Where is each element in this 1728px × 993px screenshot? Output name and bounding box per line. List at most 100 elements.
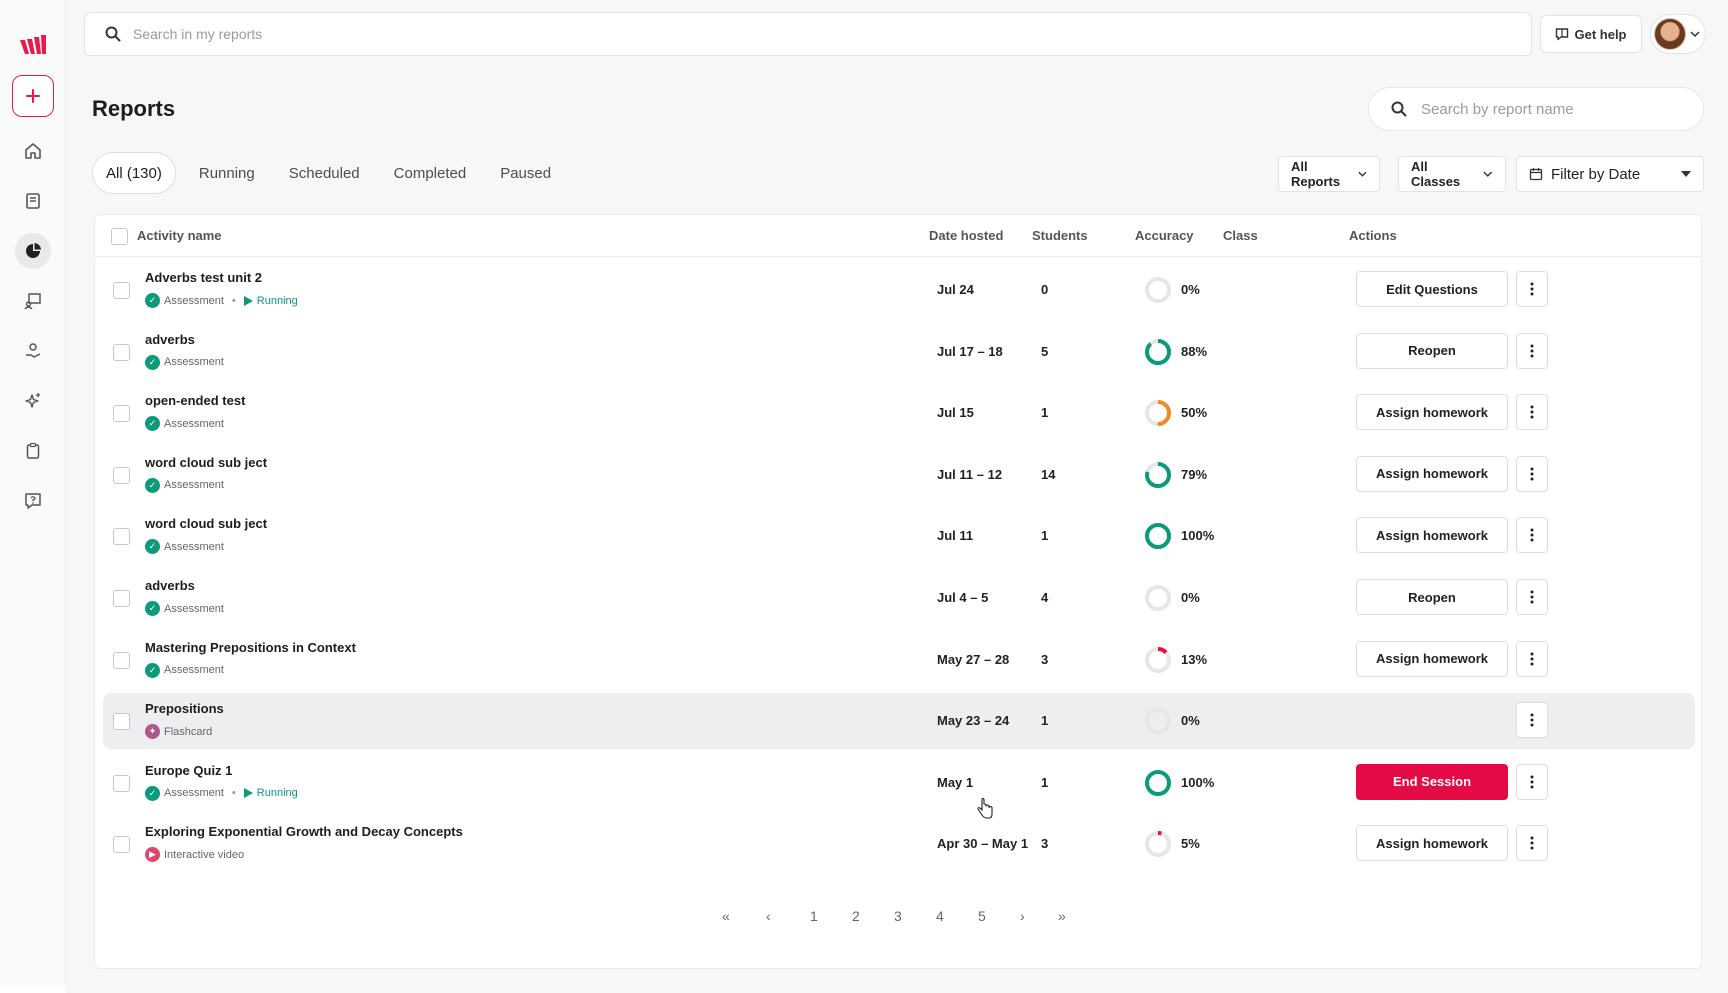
table-row[interactable]: Prepositions ✦ Flashcard May 23 – 24 1 0… <box>103 693 1695 750</box>
table-row[interactable]: adverbs ✓ Assessment Jul 4 – 5 4 0% Reop… <box>103 570 1695 626</box>
row-checkbox[interactable] <box>113 836 130 854</box>
tab-completed[interactable]: Completed <box>377 152 484 194</box>
filter-by-date-dropdown[interactable]: Filter by Date <box>1516 156 1704 192</box>
page-1[interactable]: 1 <box>810 908 818 924</box>
more-options-button[interactable] <box>1516 579 1548 615</box>
table-row[interactable]: open-ended test ✓ Assessment Jul 15 1 50… <box>103 385 1695 441</box>
end-session-button[interactable]: End Session <box>1356 763 1508 800</box>
more-options-button[interactable] <box>1516 455 1548 492</box>
row-checkbox[interactable] <box>113 343 130 361</box>
sidebar-item-classes[interactable] <box>15 283 51 319</box>
row-checkbox[interactable] <box>113 466 130 484</box>
activity-type-icon: ✓ <box>145 416 160 432</box>
date-hosted: Jul 24 <box>937 282 974 297</box>
table-row[interactable]: Adverbs test unit 2 ✓ Assessment • Runni… <box>103 262 1695 318</box>
more-options-button[interactable] <box>1516 640 1548 677</box>
activity-name[interactable]: word cloud sub ject <box>145 455 267 470</box>
assign-homework-button[interactable]: Assign homework <box>1356 825 1508 862</box>
page-4[interactable]: 4 <box>936 908 944 924</box>
page-last[interactable]: » <box>1058 908 1066 924</box>
table-row[interactable]: Europe Quiz 1 ✓ Assessment • Running May… <box>103 755 1695 811</box>
sidebar-item-ai[interactable] <box>15 383 51 419</box>
report-search-input[interactable]: Search by report name <box>1368 87 1704 131</box>
activity-name[interactable]: Europe Quiz 1 <box>145 763 232 778</box>
more-options-button[interactable] <box>1516 517 1548 554</box>
filter-by-date-content: Filter by Date <box>1529 166 1640 183</box>
sidebar-item-students[interactable] <box>15 333 51 369</box>
row-checkbox[interactable] <box>113 405 130 423</box>
row-checkbox[interactable] <box>113 651 130 669</box>
accuracy-chart <box>1143 583 1173 613</box>
page-prev[interactable]: ‹ <box>766 908 771 924</box>
assign-homework-button[interactable]: Assign homework <box>1356 517 1508 554</box>
sidebar-item-home[interactable] <box>15 133 51 169</box>
sidebar-item-reports[interactable] <box>15 233 51 269</box>
activity-type: Assessment <box>164 787 224 800</box>
activity-name[interactable]: adverbs <box>145 578 195 593</box>
global-search-input[interactable]: Search in my reports <box>84 12 1532 56</box>
assign-homework-button[interactable]: Assign homework <box>1356 394 1508 431</box>
activity-name[interactable]: open-ended test <box>145 393 245 408</box>
activity-name[interactable]: adverbs <box>145 332 195 347</box>
assign-homework-button[interactable]: Assign homework <box>1356 640 1508 677</box>
more-options-button[interactable] <box>1516 394 1548 431</box>
page-title: Reports <box>92 96 176 121</box>
page-next[interactable]: › <box>1020 908 1025 924</box>
row-checkbox[interactable] <box>113 774 130 792</box>
reopen-button[interactable]: Reopen <box>1356 332 1508 369</box>
all-classes-dropdown[interactable]: All Classes <box>1398 156 1506 192</box>
col-date-hosted: Date hosted <box>929 228 1004 243</box>
activity-name[interactable]: Adverbs test unit 2 <box>145 270 262 285</box>
hand-heart-icon <box>26 343 41 358</box>
get-help-button[interactable]: Get help <box>1540 15 1642 53</box>
table-row[interactable]: Mastering Prepositions in Context ✓ Asse… <box>103 632 1695 688</box>
tab-running[interactable]: Running <box>182 152 272 194</box>
page-3[interactable]: 3 <box>894 908 902 924</box>
tab-scheduled[interactable]: Scheduled <box>272 152 377 194</box>
tab-paused[interactable]: Paused <box>483 152 568 194</box>
activity-name[interactable]: Mastering Prepositions in Context <box>145 640 356 655</box>
edit-questions-button[interactable]: Edit Questions <box>1356 271 1508 307</box>
sidebar-item-help[interactable] <box>15 483 51 519</box>
status-running: Running <box>243 787 298 799</box>
table-row[interactable]: Exploring Exponential Growth and Decay C… <box>103 816 1695 872</box>
account-menu[interactable] <box>1650 14 1706 54</box>
table-row[interactable]: word cloud sub ject ✓ Assessment Jul 11 … <box>103 508 1695 564</box>
brand-logo-icon[interactable] <box>18 32 48 56</box>
search-icon <box>1391 101 1407 117</box>
reopen-button[interactable]: Reopen <box>1356 579 1508 615</box>
assign-homework-button[interactable]: Assign homework <box>1356 455 1508 492</box>
col-accuracy: Accuracy <box>1135 228 1194 243</box>
row-checkbox[interactable] <box>113 282 130 299</box>
select-all-checkbox[interactable] <box>111 228 128 245</box>
row-checkbox[interactable] <box>113 590 130 607</box>
calendar-icon <box>1529 168 1543 181</box>
accuracy-chart <box>1143 460 1173 490</box>
row-checkbox[interactable] <box>113 713 130 731</box>
sidebar-item-library[interactable] <box>15 183 51 219</box>
all-reports-dropdown[interactable]: All Reports <box>1278 156 1380 192</box>
create-button[interactable] <box>12 75 54 117</box>
chevron-down-icon <box>1483 171 1493 177</box>
sidebar-item-clipboard[interactable] <box>15 433 51 469</box>
more-options-button[interactable] <box>1516 763 1548 800</box>
table-row[interactable]: adverbs ✓ Assessment Jul 17 – 18 5 88% R… <box>103 324 1695 380</box>
more-options-button[interactable] <box>1516 702 1548 739</box>
activity-name[interactable]: word cloud sub ject <box>145 516 267 531</box>
accuracy-ring <box>1145 461 1171 488</box>
play-icon <box>243 295 253 306</box>
activity-name[interactable]: Exploring Exponential Growth and Decay C… <box>145 824 463 839</box>
tab-all[interactable]: All (130) <box>92 152 176 194</box>
students-count: 0 <box>1041 282 1049 297</box>
table-row[interactable]: word cloud sub ject ✓ Assessment Jul 11 … <box>103 447 1695 503</box>
more-options-button[interactable] <box>1516 332 1548 369</box>
page-5[interactable]: 5 <box>978 908 986 924</box>
accuracy-ring <box>1145 400 1171 427</box>
page-2[interactable]: 2 <box>852 908 860 924</box>
row-checkbox[interactable] <box>113 528 130 546</box>
page-first[interactable]: « <box>722 908 730 924</box>
app-root: Search in my reports Get help Reports Se… <box>0 0 1728 993</box>
activity-name[interactable]: Prepositions <box>145 701 224 716</box>
more-options-button[interactable] <box>1516 825 1548 862</box>
more-options-button[interactable] <box>1516 271 1548 307</box>
